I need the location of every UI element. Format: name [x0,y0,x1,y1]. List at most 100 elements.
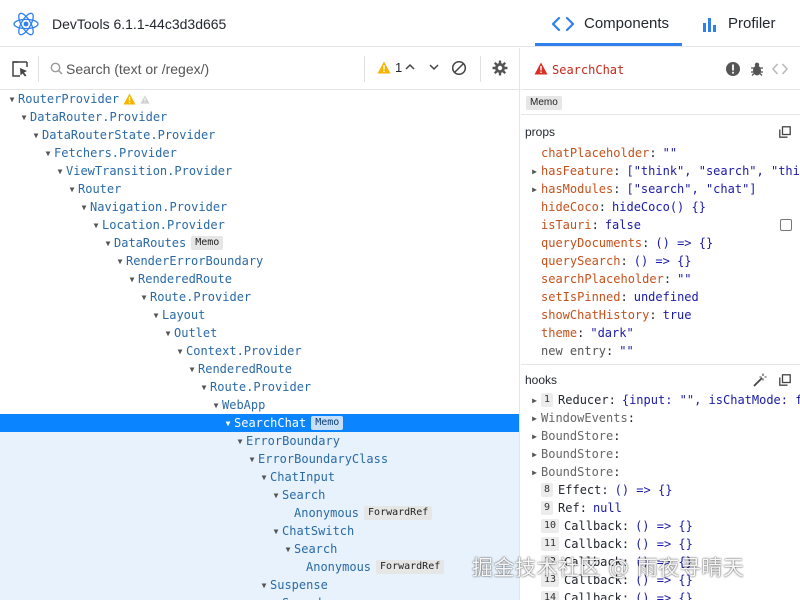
hook-row[interactable]: ▶11Callback:() => {} [521,535,800,553]
tree-row[interactable]: ▼ Layout [0,306,519,324]
expand-triangle-down-icon[interactable]: ▼ [102,239,114,248]
prop-value[interactable]: "" [663,146,677,160]
expand-triangle-down-icon[interactable]: ▼ [54,167,66,176]
magic-wand-icon[interactable] [753,373,767,387]
tree-row[interactable]: ▼ DataRouterState.Provider [0,126,519,144]
prop-value[interactable]: "" [677,272,691,286]
bug-icon[interactable] [749,61,765,77]
view-source-icon[interactable] [772,61,788,77]
expand-triangle-down-icon[interactable]: ▼ [18,113,30,122]
gear-icon[interactable] [492,60,508,76]
expand-triangle-right-icon[interactable]: ▶ [527,414,541,423]
tree-row[interactable]: ▼ DataRoutes Memo [0,234,519,252]
hook-value[interactable]: () => {} [635,537,693,551]
inspect-element-icon[interactable] [11,60,29,78]
prop-value[interactable]: hideCoco() {} [612,200,706,214]
expand-triangle-down-icon[interactable]: ▼ [258,473,270,482]
tree-row[interactable]: ▼ Router [0,180,519,198]
previous-result-chevron-up-icon[interactable] [404,61,416,73]
tree-row[interactable]: ▼ WebApp [0,396,519,414]
prop-key[interactable]: new entry [541,344,606,358]
expand-triangle-right-icon[interactable]: ▶ [527,468,541,477]
expand-triangle-right-icon[interactable]: ▶ [527,450,541,459]
copy-icon[interactable] [779,126,791,138]
prop-row[interactable]: ▶ hasFeature: ["think", "search", "thin… [521,162,800,180]
prop-row[interactable]: ▶isTauri:false [521,216,800,234]
tree-row[interactable]: ▼ Fetchers.Provider [0,144,519,162]
prop-value[interactable]: () => {} [655,236,713,250]
prop-value[interactable]: () => {} [634,254,692,268]
tree-row[interactable]: ▼ Search [0,540,519,558]
tree-row[interactable]: ▼ ErrorBoundary [0,432,519,450]
expand-triangle-down-icon[interactable]: ▼ [174,347,186,356]
tree-row[interactable]: ▼ RenderErrorBoundary [0,252,519,270]
hook-value[interactable]: {input: "", isChatMode: f… [622,393,800,407]
expand-triangle-down-icon[interactable]: ▼ [198,383,210,392]
expand-triangle-down-icon[interactable]: ▼ [234,437,246,446]
suspend-toggle-icon[interactable] [725,61,741,77]
hook-row[interactable]: ▶9Ref:null [521,499,800,517]
tree-row[interactable]: ▼ Route.Provider [0,288,519,306]
tree-row[interactable]: ▼ RenderedRoute [0,270,519,288]
prop-row[interactable]: ▶new entry:"" [521,342,800,360]
hook-row[interactable]: ▶ BoundStore: [521,445,800,463]
prop-value[interactable]: false [605,218,641,232]
expand-triangle-down-icon[interactable]: ▼ [246,455,258,464]
tree-row[interactable]: ▼ Location.Provider [0,216,519,234]
tree-row[interactable]: ▼ Suspense [0,576,519,594]
tab-components[interactable]: Components [552,0,669,47]
expand-triangle-down-icon[interactable]: ▼ [210,401,222,410]
prop-row[interactable]: ▶queryDocuments:() => {} [521,234,800,252]
tree-row[interactable]: ▼ RenderedRoute [0,360,519,378]
prop-row[interactable]: ▶searchPlaceholder:"" [521,270,800,288]
expand-triangle-down-icon[interactable]: ▼ [150,311,162,320]
prop-row[interactable]: ▶ hasModules: ["search", "chat"] [521,180,800,198]
expand-triangle-down-icon[interactable]: ▼ [222,419,234,428]
tree-row[interactable]: ▼ ErrorBoundaryClass [0,450,519,468]
hook-value[interactable]: null [593,501,622,515]
expand-triangle-down-icon[interactable]: ▼ [126,275,138,284]
expand-triangle-down-icon[interactable]: ▼ [162,329,174,338]
expand-triangle-down-icon[interactable]: ▼ [42,149,54,158]
hook-row[interactable]: ▶10Callback:() => {} [521,517,800,535]
tree-row[interactable]: ▶AnonymousForwardRef [0,558,519,576]
prop-row[interactable]: ▶hideCoco:hideCoco() {} [521,198,800,216]
hook-row[interactable]: ▶14Callback:() => {} [521,589,800,600]
prop-value[interactable]: ["search", "chat"] [626,182,756,196]
tree-row[interactable]: ▼ Navigation.Provider [0,198,519,216]
prop-row[interactable]: ▶chatPlaceholder:"" [521,144,800,162]
prop-value[interactable]: "dark" [590,326,633,340]
prop-value[interactable]: true [663,308,692,322]
tree-row[interactable]: ▼ RouterProvider [0,90,519,108]
tree-row[interactable]: ▼ Outlet [0,324,519,342]
expand-triangle-down-icon[interactable]: ▼ [186,365,198,374]
tree-row[interactable]: ▼ Route.Provider [0,378,519,396]
tab-profiler[interactable]: Profiler [702,0,776,47]
hook-row[interactable]: ▶ BoundStore: [521,427,800,445]
hook-value[interactable]: () => {} [635,591,693,600]
prop-row[interactable]: ▶showChatHistory:true [521,306,800,324]
prop-row[interactable]: ▶querySearch:() => {} [521,252,800,270]
prop-row[interactable]: ▶setIsPinned:undefined [521,288,800,306]
expand-triangle-down-icon[interactable]: ▼ [6,95,18,104]
tree-row[interactable]: ▼ Context.Provider [0,342,519,360]
prop-value[interactable]: undefined [634,290,699,304]
hook-row[interactable]: ▶ WindowEvents: [521,409,800,427]
prop-row[interactable]: ▶theme:"dark" [521,324,800,342]
expand-triangle-right-icon[interactable]: ▶ [527,432,541,441]
expand-triangle-down-icon[interactable]: ▼ [258,581,270,590]
expand-triangle-down-icon[interactable]: ▼ [270,491,282,500]
expand-triangle-right-icon[interactable]: ▶ [527,167,541,176]
expand-triangle-right-icon[interactable]: ▶ [527,396,541,405]
prop-value[interactable]: "" [619,344,633,358]
hook-value[interactable]: () => {} [615,483,673,497]
expand-triangle-down-icon[interactable]: ▼ [78,203,90,212]
tree-row[interactable]: ▶Search [0,594,519,600]
tree-row[interactable]: ▼ SearchChat Memo [0,414,519,432]
hook-value[interactable]: () => {} [635,519,693,533]
tree-row[interactable]: ▼ ViewTransition.Provider [0,162,519,180]
prop-value[interactable]: ["think", "search", "thin… [626,164,800,178]
copy-icon[interactable] [779,374,791,386]
clear-filter-icon[interactable] [451,60,467,76]
expand-triangle-right-icon[interactable]: ▶ [527,185,541,194]
